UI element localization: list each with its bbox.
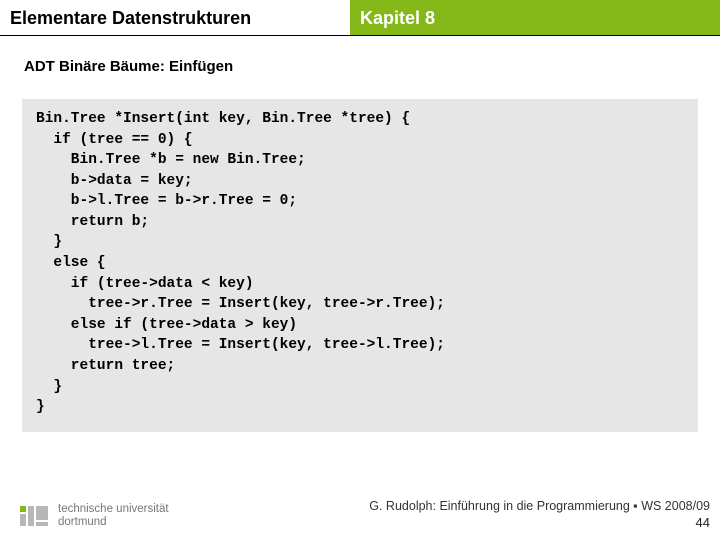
uni-line2: dortmund bbox=[58, 516, 169, 529]
credit-block: G. Rudolph: Einführung in die Programmie… bbox=[369, 498, 710, 532]
code-block: Bin.Tree *Insert(int key, Bin.Tree *tree… bbox=[22, 99, 698, 432]
uni-line1: technische universität bbox=[58, 503, 169, 516]
tu-logo-icon bbox=[18, 500, 50, 532]
credit-text: G. Rudolph: Einführung in die Programmie… bbox=[369, 498, 710, 515]
slide-header: Elementare Datenstrukturen Kapitel 8 bbox=[0, 0, 720, 36]
university-text: technische universität dortmund bbox=[58, 503, 169, 529]
header-topic: Elementare Datenstrukturen bbox=[0, 0, 350, 35]
slide-number: 44 bbox=[369, 514, 710, 532]
header-chapter: Kapitel 8 bbox=[350, 0, 720, 35]
university-logo: technische universität dortmund bbox=[18, 500, 169, 532]
slide-footer: technische universität dortmund G. Rudol… bbox=[18, 498, 710, 532]
slide-subtitle: ADT Binäre Bäume: Einfügen bbox=[0, 36, 720, 85]
